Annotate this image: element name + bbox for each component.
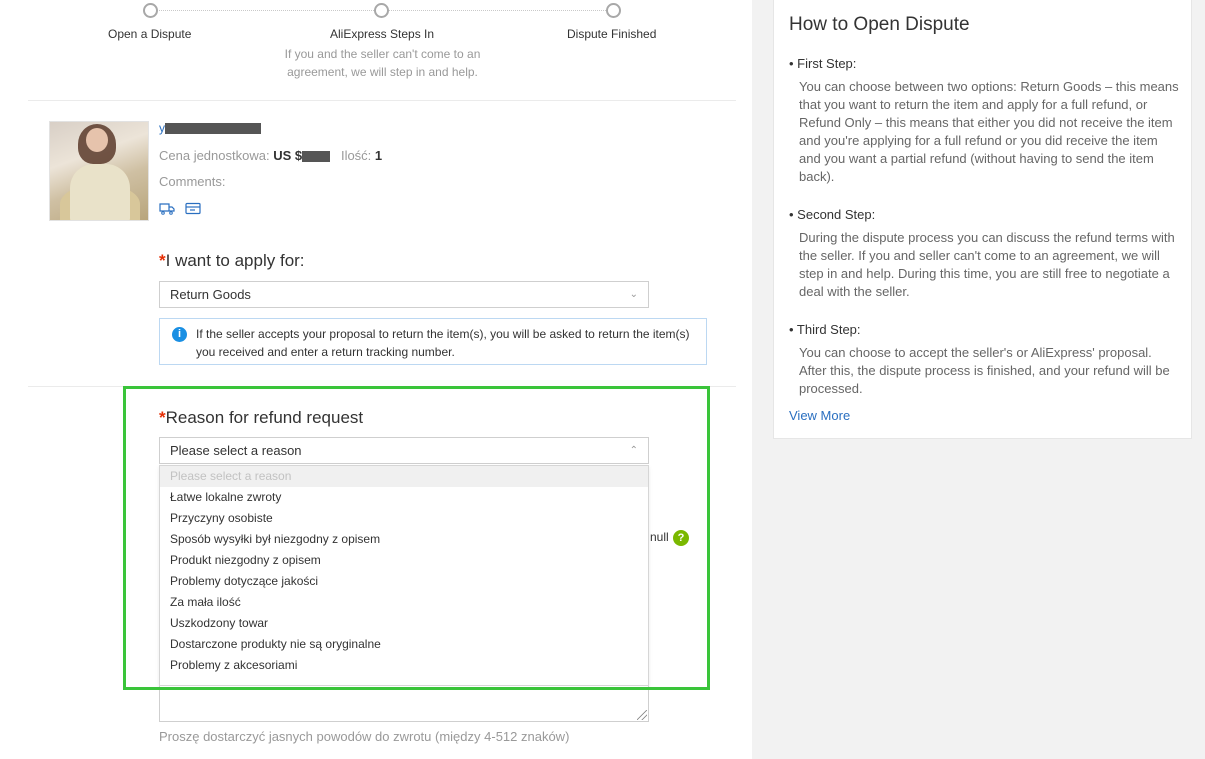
product-actions (159, 202, 207, 220)
reason-label: *Reason for refund request (159, 408, 364, 427)
null-value-text: null (650, 530, 669, 544)
divider (28, 100, 736, 101)
product-thumbnail[interactable] (49, 121, 149, 221)
reason-option[interactable]: Produkt niezgodny z opisem (160, 550, 648, 571)
chevron-up-icon: ⌃ (629, 445, 638, 456)
apply-for-label: *I want to apply for: (159, 251, 305, 270)
reason-option[interactable]: Za mała ilość (160, 592, 648, 613)
progress-connector (389, 10, 606, 11)
dispute-form-panel: Open a Dispute AliExpress Steps In Dispu… (0, 0, 752, 759)
reason-selected-value: Please select a reason (170, 443, 302, 458)
step-dot-open-dispute (143, 3, 158, 18)
redacted-title (165, 123, 261, 135)
step-dot-aliexpress-steps-in (374, 3, 389, 18)
shipping-truck-icon[interactable] (159, 202, 175, 220)
view-more-link[interactable]: View More (789, 408, 850, 423)
help-question-icon[interactable]: ? (673, 530, 689, 546)
sidebar-title: How to Open Dispute (789, 14, 970, 35)
redacted-price (302, 151, 331, 163)
quantity-value: 1 (374, 148, 383, 163)
sidebar-step-text: You can choose to accept the seller's or… (799, 345, 1170, 396)
sidebar-step-text: You can choose between two options: Retu… (799, 79, 1179, 184)
currency: US $ (273, 148, 303, 163)
step-label-open-dispute: Open a Dispute (108, 27, 192, 41)
refund-reason-textarea[interactable] (159, 686, 649, 722)
reason-option[interactable]: Uszkodzony towar (160, 613, 648, 634)
reason-option[interactable]: Problemy z akcesoriami (160, 655, 648, 676)
info-icon: i (172, 327, 187, 342)
required-mark: * (159, 251, 166, 270)
unit-price-label: Cena jednostkowa: (159, 148, 270, 163)
reason-option-placeholder[interactable]: Please select a reason (160, 466, 648, 487)
product-title-link[interactable]: y (159, 121, 261, 135)
sidebar-step-heading: • Third Step: (789, 322, 861, 337)
return-card-icon[interactable] (185, 202, 202, 220)
return-info-box: i If the seller accepts your proposal to… (159, 318, 707, 365)
resize-handle-icon[interactable] (637, 710, 647, 720)
sidebar-step-text: During the dispute process you can discu… (799, 230, 1175, 299)
reason-option[interactable]: Dostarczone produkty nie są oryginalne (160, 634, 648, 655)
apply-for-selected-value: Return Goods (170, 287, 251, 302)
reason-option[interactable]: Przyczyny osobiste (160, 508, 648, 529)
reason-dropdown-list: Please select a reason Łatwe lokalne zwr… (159, 465, 649, 686)
product-meta: Cena jednostkowa: US $ Ilość: 1 (159, 148, 382, 163)
quantity-label: Ilość: (340, 148, 372, 163)
step-label-dispute-finished: Dispute Finished (567, 27, 657, 41)
progress-connector (157, 10, 374, 11)
refund-reason-hint: Proszę dostarczyć jasnych powodów do zwr… (159, 729, 570, 744)
how-to-open-dispute-panel: How to Open Dispute • First Step: You ca… (773, 0, 1192, 439)
sidebar-step-heading: • Second Step: (789, 207, 876, 222)
sidebar-step-heading: • First Step: (789, 56, 857, 71)
chevron-down-icon: ⌄ (629, 289, 638, 300)
reason-option[interactable]: Łatwe lokalne zwroty (160, 487, 648, 508)
apply-for-select[interactable]: Return Goods ⌄ (159, 281, 649, 308)
step-dot-dispute-finished (606, 3, 621, 18)
step-description: If you and the seller can't come to an a… (284, 47, 481, 79)
reason-option[interactable]: Sposób wysyłki był niezgodny z opisem (160, 529, 648, 550)
comments-label: Comments: (159, 174, 226, 189)
reason-option[interactable]: Problemy dotyczące jakości (160, 571, 648, 592)
required-mark: * (159, 408, 166, 427)
reason-select[interactable]: Please select a reason ⌃ (159, 437, 649, 464)
step-label-aliexpress-steps-in: AliExpress Steps In (330, 27, 435, 41)
return-info-text: If the seller accepts your proposal to r… (196, 327, 690, 359)
divider (28, 386, 736, 387)
